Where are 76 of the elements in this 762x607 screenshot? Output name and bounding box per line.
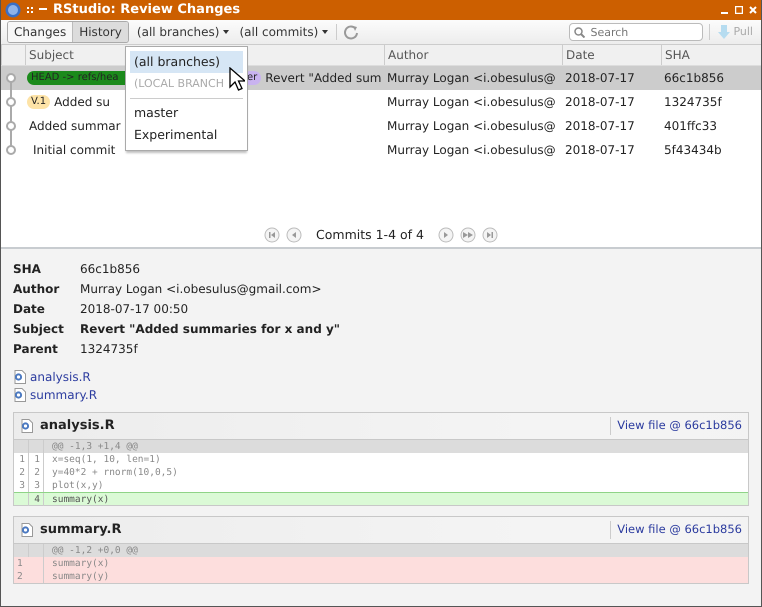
first-page-icon [264, 227, 280, 243]
r-file-icon [13, 370, 27, 384]
diff-line: 1 1 x=seq(1, 10, len=1) [14, 453, 748, 466]
fast-forward-icon [460, 227, 476, 243]
app-logo-icon [5, 2, 21, 18]
field-label: Author [13, 281, 60, 298]
table-cell-text: Murray Logan <i.obesulus@ [386, 142, 557, 159]
fast-forward-button[interactable] [460, 227, 476, 243]
file-name: summary.R [40, 521, 122, 540]
shade-icon [39, 8, 47, 12]
refresh-icon [343, 24, 360, 40]
caret-icon [223, 30, 230, 34]
table-cell-text: 2018-07-17 [564, 70, 636, 87]
table-cell-text: 1324735f [663, 94, 723, 111]
last-page-icon [482, 227, 498, 243]
field-label: Date [13, 301, 46, 318]
commit-subject: Added su [54, 94, 110, 111]
file-link[interactable]: summary.R [13, 386, 98, 404]
search-icon [574, 27, 586, 38]
diff-line: 2 2 y=40*2 + rnorm(10,0,5) [14, 466, 748, 479]
tab[interactable]: Changes [8, 22, 72, 42]
hunk-header: @@ -1,2 +0,0 @@ [51, 544, 139, 557]
field-value: 1324735f [80, 341, 139, 358]
window-title: RStudio: Review Changes [53, 1, 240, 20]
table-cell-text: 401ffc33 [663, 118, 718, 135]
page-status: Commits 1-4 of 4 [316, 226, 424, 244]
r-file-icon [20, 419, 34, 433]
file-link[interactable]: analysis.R [13, 368, 91, 386]
refresh-button[interactable] [343, 24, 360, 40]
field-label: Parent [13, 341, 59, 358]
menu-item[interactable]: master [130, 102, 243, 124]
drag-handle-icon [27, 6, 33, 14]
menu-item[interactable]: (all branches) [130, 51, 243, 73]
view-file-link[interactable]: View file @ 66c1b856 [610, 521, 742, 539]
last-page-button[interactable] [482, 227, 498, 243]
previous-page-icon [286, 227, 302, 243]
field-value: 2018-07-17 00:50 [80, 301, 190, 318]
view-file-link[interactable]: View file @ 66c1b856 [610, 417, 742, 435]
tag: V.1 [27, 95, 50, 109]
file-name: analysis.R [40, 417, 115, 436]
commit-subject: Added summar [29, 118, 121, 135]
next-page-icon [438, 227, 454, 243]
menu-item[interactable]: Experimental [130, 124, 243, 146]
next-page-button[interactable] [438, 227, 454, 243]
hunk-header: @@ -1,3 +1,4 @@ [51, 440, 139, 453]
field-value: Murray Logan <i.obesulus@gmail.com> [80, 281, 323, 298]
table-cell-text: 2018-07-17 [564, 118, 636, 135]
close-icon[interactable] [749, 6, 757, 14]
table-cell-text: Murray Logan <i.obesulus@ [386, 70, 557, 87]
table-cell-text: 2018-07-17 [564, 142, 636, 159]
search-field[interactable]: Search [569, 23, 704, 41]
table-cell-text: Murray Logan <i.obesulus@ [386, 118, 557, 135]
field-label: SHA [13, 261, 42, 278]
commit-subject: Initial commit [33, 142, 116, 159]
mouse-cursor-icon [229, 67, 245, 91]
field-value: Revert "Added summaries for x and y" [80, 321, 340, 338]
tab[interactable]: History [72, 22, 128, 42]
column-header[interactable]: Date [562, 45, 661, 65]
column-header[interactable]: SHA [661, 45, 761, 65]
table-cell-text: 5f43434b [663, 142, 723, 159]
table-cell-text: 2018-07-17 [564, 94, 636, 111]
commit-subject: Revert "Added sum [265, 70, 382, 87]
caret-icon [322, 30, 328, 34]
field-value: 66c1b856 [80, 261, 142, 278]
commit-dropdown[interactable]: (all commits) [237, 23, 330, 41]
down-arrow-icon [718, 25, 730, 39]
r-file-icon [20, 523, 34, 537]
table-cell-text: Murray Logan <i.obesulus@ [386, 94, 557, 111]
branch-dropdown[interactable]: (all branches) [134, 23, 232, 41]
r-file-icon [13, 388, 27, 402]
maximize-icon[interactable] [735, 6, 743, 14]
table-cell-text: 66c1b856 [663, 70, 726, 87]
first-page-button[interactable] [264, 227, 280, 243]
column-header[interactable]: Author [384, 45, 562, 65]
field-label: Subject [13, 321, 65, 338]
previous-page-button[interactable] [286, 227, 302, 243]
